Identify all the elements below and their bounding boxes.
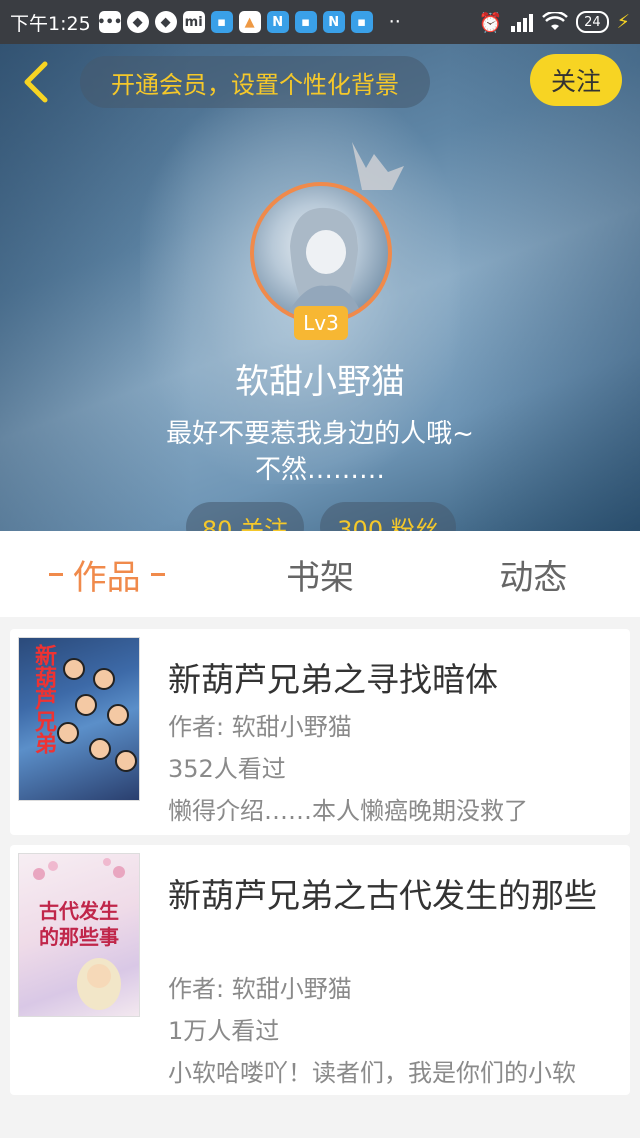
- profile-nickname: 软甜小野猫: [235, 362, 405, 402]
- tab-works[interactable]: 作品: [0, 531, 213, 617]
- avatar: [250, 182, 392, 324]
- app-blue3-icon: ▪: [350, 11, 373, 33]
- book-title: 新葫芦兄弟之古代发生的那些: [168, 876, 597, 915]
- cover-character: [115, 750, 137, 772]
- book-intro: 懒得介绍……本人懒癌晚期没救了: [168, 797, 528, 825]
- works-list: 新葫芦兄弟 新葫芦兄弟之寻找暗体 作者: 软甜小野猫 352人看过 懒得介绍………: [0, 617, 640, 1138]
- book-title: 新葫芦兄弟之寻找暗体: [168, 660, 498, 699]
- book-author: 作者: 软甜小野猫: [168, 975, 352, 1003]
- mi-store-icon: mi: [182, 11, 205, 33]
- book-intro: 小软哈喽吖！读者们，我是你们的小软: [168, 1059, 576, 1087]
- follow-button[interactable]: 关注: [530, 54, 622, 106]
- book-cover: 古代发生的那些事: [18, 853, 140, 1017]
- profile-bio: 最好不要惹我身边的人哦~ 不然………: [110, 416, 530, 488]
- cover-character: [63, 658, 85, 680]
- fans-count: 300 粉丝: [337, 515, 439, 532]
- tab-activity[interactable]: 动态: [427, 531, 640, 617]
- tab-activity-label: 动态: [499, 557, 568, 598]
- book-views: 1万人看过: [168, 1017, 280, 1045]
- tab-active-dash-left: [48, 572, 63, 576]
- app-n-icon: N: [266, 11, 289, 33]
- follow-label: 关注: [550, 67, 601, 96]
- app-blue-icon: ▪: [210, 11, 233, 33]
- status-time: 下午1:25: [10, 12, 91, 35]
- cover-character: [75, 694, 97, 716]
- chevron-left-icon: [24, 61, 48, 103]
- fans-count-button[interactable]: 300 粉丝: [320, 502, 456, 531]
- status-bar: 下午1:25 ••• ◆ ◆ mi ▪ ▲ N ▪ N ▪ ·· ⏰ 24 ⚡: [0, 0, 640, 44]
- browser-icon: ◆: [126, 11, 149, 33]
- charging-icon: ⚡: [616, 11, 630, 33]
- book-card[interactable]: 新葫芦兄弟 新葫芦兄弟之寻找暗体 作者: 软甜小野猫 352人看过 懒得介绍………: [10, 629, 630, 835]
- level-badge: Lv3: [294, 306, 348, 340]
- cover-character: [89, 738, 111, 760]
- signal-icon: [511, 14, 534, 32]
- cover-title-text: 古代发生的那些事: [39, 899, 119, 949]
- following-count-button[interactable]: 80 关注: [186, 502, 304, 531]
- tab-bookshelf-label: 书架: [285, 557, 354, 598]
- app-colorful-icon: ▲: [238, 11, 261, 33]
- following-count: 80 关注: [201, 515, 289, 532]
- profile-tabs: 作品 书架 动态: [0, 531, 640, 617]
- tab-bookshelf[interactable]: 书架: [213, 531, 426, 617]
- wifi-icon: [542, 12, 568, 30]
- more-dots-icon: ··: [388, 11, 401, 33]
- avatar-image: [284, 207, 364, 320]
- book-views: 352人看过: [168, 755, 286, 783]
- browser2-icon: ◆: [154, 11, 177, 33]
- vip-background-banner[interactable]: 开通会员，设置个性化背景: [80, 56, 430, 108]
- cover-character: [57, 722, 79, 744]
- message-icon: •••: [97, 11, 122, 33]
- bio-line-2: 不然………: [254, 455, 385, 485]
- alarm-icon: ⏰: [478, 11, 503, 34]
- tab-works-label: 作品: [72, 557, 141, 598]
- notification-icons: ••• ◆ ◆ mi ▪ ▲ N ▪ N ▪ ··: [97, 11, 401, 33]
- avatar-container[interactable]: Lv3: [250, 142, 404, 340]
- battery-indicator: 24: [576, 11, 609, 33]
- book-author: 作者: 软甜小野猫: [168, 713, 352, 741]
- book-cover: 新葫芦兄弟: [18, 637, 140, 801]
- tab-active-dash-right: [150, 572, 165, 576]
- crown-icon: [352, 142, 404, 190]
- cover-title-text: 新葫芦兄弟: [31, 644, 56, 754]
- app-blue2-icon: ▪: [294, 11, 317, 33]
- back-button[interactable]: [14, 60, 58, 104]
- bio-line-1: 最好不要惹我身边的人哦~: [166, 419, 474, 449]
- app-n2-icon: N: [322, 11, 345, 33]
- book-card[interactable]: 古代发生的那些事 新葫芦兄弟之古代发生的那些 作者: 软甜小野猫 1万人看过 小…: [10, 845, 630, 1095]
- vip-banner-text: 开通会员，设置个性化背景: [111, 70, 399, 99]
- cover-character: [93, 668, 115, 690]
- profile-header: 开通会员，设置个性化背景 关注 Lv3 软甜小野猫 最好不要惹我身边的人哦~ 不…: [0, 44, 640, 531]
- cover-character: [107, 704, 129, 726]
